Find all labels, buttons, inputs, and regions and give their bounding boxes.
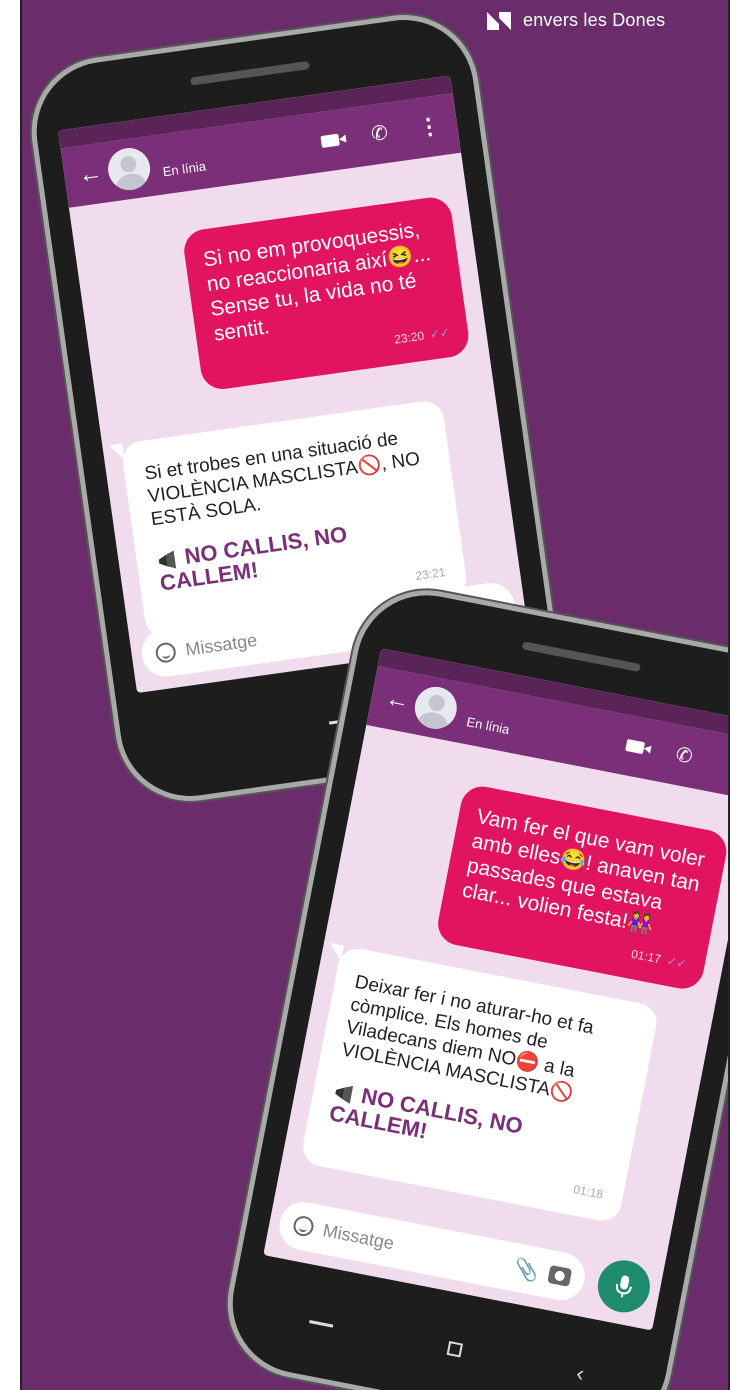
message-input-placeholder[interactable]: Missatge	[184, 629, 258, 660]
brand-text: envers les Dones	[523, 9, 666, 30]
avatar[interactable]	[105, 145, 153, 193]
message-time: 01:17	[630, 946, 663, 967]
voice-call-button[interactable]: ✆	[668, 742, 700, 771]
mic-icon	[615, 1275, 632, 1298]
message-input-placeholder[interactable]: Missatge	[321, 1220, 396, 1254]
camera-icon[interactable]	[547, 1265, 573, 1287]
message-list: Vam fer el que vam voler amb elles😂! ana…	[279, 725, 728, 1252]
contact-status: En línia	[161, 157, 207, 179]
outgoing-message[interactable]: Vam fer el que vam voler amb elles😂! ana…	[434, 782, 728, 993]
read-ticks-icon: ✓✓	[429, 325, 451, 342]
more-options-button[interactable]: ⋮	[414, 112, 445, 141]
back-arrow-icon[interactable]: ←	[77, 159, 105, 190]
phone-icon: ✆	[673, 743, 695, 769]
contact-status: En línia	[465, 713, 511, 737]
nav-home-icon[interactable]	[309, 1319, 334, 1328]
emoji-icon[interactable]	[291, 1214, 316, 1238]
phone-speaker	[189, 60, 310, 86]
slogan-text: NO CALLIS, NO CALLEM!	[327, 1083, 525, 1144]
video-icon	[320, 133, 340, 148]
phone-icon: ✆	[369, 121, 390, 146]
more-vert-icon: ⋮	[416, 112, 442, 141]
phone-speaker	[521, 641, 641, 673]
brand-logo-icon	[487, 12, 511, 30]
nav-recents-icon[interactable]	[446, 1341, 464, 1358]
avatar[interactable]	[411, 683, 461, 733]
outgoing-message[interactable]: Si no em provoquessis, no reaccionaria a…	[181, 194, 472, 392]
nav-back-icon[interactable]: ‹	[574, 1360, 586, 1387]
video-call-button[interactable]	[315, 127, 346, 155]
incoming-message[interactable]: Deixar fer i no aturar-ho et fa còmplice…	[299, 945, 660, 1225]
attach-icon[interactable]: 📎	[512, 1255, 541, 1284]
video-call-button[interactable]	[619, 732, 651, 761]
message-time: 23:20	[393, 328, 426, 347]
mic-button[interactable]	[593, 1255, 655, 1317]
video-icon	[625, 738, 646, 755]
emoji-icon[interactable]	[154, 641, 178, 664]
voice-call-button[interactable]: ✆	[364, 120, 395, 148]
back-arrow-icon[interactable]: ←	[383, 684, 412, 716]
page-margin-right	[728, 0, 742, 1390]
poster: envers les Dones ← En línia ✆ ⋮ Si no em…	[22, 0, 728, 1390]
more-options-button[interactable]: ⋮	[717, 751, 728, 780]
page-margin-left	[0, 0, 22, 1390]
message-list: Si no em provoquessis, no reaccionaria a…	[69, 153, 525, 661]
more-vert-icon: ⋮	[720, 750, 728, 780]
read-ticks-icon: ✓✓	[665, 953, 688, 972]
brand: envers les Dones	[485, 0, 665, 40]
